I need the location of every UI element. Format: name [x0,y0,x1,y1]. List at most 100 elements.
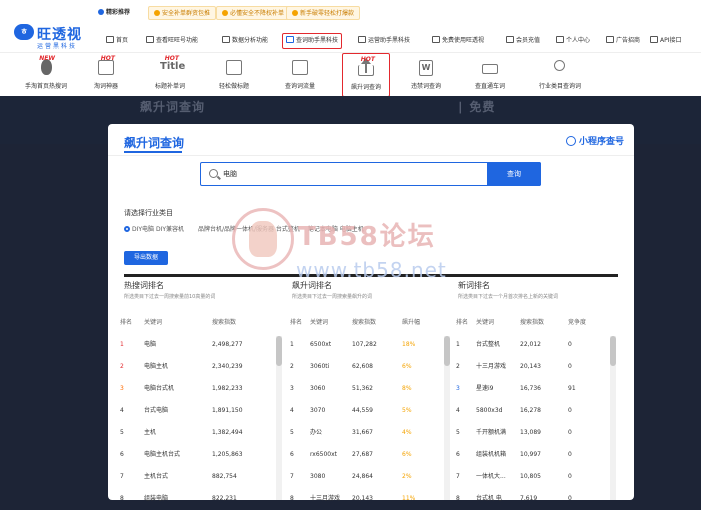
scroll-thumb[interactable] [610,336,616,366]
competition-cell: 0 [568,363,572,370]
rank-cell: 6 [456,451,460,458]
search-index-cell: 10,997 [520,451,541,458]
table-row[interactable]: 1 台式整机 22,012 0 [454,334,610,356]
table-row[interactable]: 5 办公 31,667 4% [288,422,444,444]
search-index-cell: 7,619 [520,495,538,502]
shield-icon [292,10,298,16]
nav-wangwang-check[interactable]: 查看旺旺号功能 [146,34,198,48]
nav-keyword-tools[interactable]: 查词助手黑科技 [282,33,343,49]
export-data-button[interactable]: 导出数据 [124,251,168,265]
rising-table-scrollbar[interactable] [444,336,450,500]
category-option-diy[interactable]: DIY电脑 DIY兼容机 [124,226,190,233]
nav-operation-tools[interactable]: 运营助手黑科技 [358,34,410,48]
column-header[interactable]: 关键词 [310,312,328,334]
table-row[interactable]: 2 电脑主机 2,340,239 [118,356,276,378]
tool-easy-title[interactable]: 轻松做标题 [206,53,262,97]
table-row[interactable]: 6 rx6500xt 27,687 6% [288,444,444,466]
table-row[interactable]: 3 电脑台式机 1,982,233 [118,378,276,400]
column-header[interactable]: 搜索指数 [212,312,236,334]
scroll-thumb[interactable] [276,336,282,366]
search-icon [209,169,218,178]
nav-membership[interactable]: 会员充值 [506,34,540,48]
table-row[interactable]: 8 十三月游戏 20,143 11% [288,488,444,510]
table-row[interactable]: 1 6500xt 107,282 18% [288,334,444,356]
new-table-scrollbar[interactable] [610,336,616,500]
logo-subtitle: 运营黑科技 [37,43,78,50]
table-row[interactable]: 3 3060 51,362 8% [288,378,444,400]
mini-program-link[interactable]: 小程序查号 [565,134,624,147]
table-row[interactable]: 4 3070 44,559 5% [288,400,444,422]
rank-cell: 1 [290,341,294,348]
recommend-label: 精彩推荐 [98,6,130,20]
competition-cell: 0 [568,473,572,480]
tool-category-keywords[interactable]: 行业类目查询词 [528,53,592,97]
keyword-cell: 电脑 [144,341,157,348]
nav-home[interactable]: 首页 [106,34,128,48]
rise-percent-cell: 5% [402,407,412,414]
rank-cell: 6 [290,451,294,458]
column-header[interactable]: 竞争度 [568,312,586,334]
table-row[interactable]: 2 十三月游戏 20,143 0 [454,356,610,378]
title-underline [124,151,182,153]
keyword-cell: 一体机大... [476,473,506,480]
table-row[interactable]: 5 千开额机满 13,089 0 [454,422,610,444]
watermark-text: TB58论坛 [298,222,436,252]
search-index-cell: 107,282 [352,341,377,348]
promo-link-3[interactable]: 新手破零轻松打爆款 [286,6,361,20]
column-header[interactable]: 关键词 [144,312,162,334]
tool-rising-keywords[interactable]: HOT 飙升词查询 [342,53,390,97]
table-row[interactable]: 8 台式机 电 7,619 0 [454,488,610,510]
tool-bar: NEW 手淘首页热搜词 HOT 淘词神器 Title HOT 标题补单词 轻松做标… [0,52,701,97]
tool-label: 查询词流量 [284,83,315,90]
hot-table-scrollbar[interactable] [276,336,282,500]
tool-homepage-hot-search[interactable]: NEW 手淘首页热搜词 [18,53,74,97]
table-row[interactable]: 6 组装机机箱 10,997 0 [454,444,610,466]
table-row[interactable]: 5 主机 1,382,494 [118,422,276,444]
promo-link-1[interactable]: 安全补单群资包推 [148,6,217,20]
tool-banned-words[interactable]: W 违禁词查询 [398,53,454,97]
table-row[interactable]: 4 台式电脑 1,891,150 [118,400,276,422]
search-index-cell: 13,089 [520,429,541,436]
table-row[interactable]: 7 一体机大... 10,805 0 [454,466,610,488]
keyword-cell: 十三月游戏 [310,495,341,502]
column-header[interactable]: 关键词 [476,312,494,334]
column-header[interactable]: 排名 [456,312,468,334]
tool-label: 飙升词查询 [350,84,381,91]
search-bar: 查询 [200,161,541,186]
keyword-cell: 5800x3d [476,407,503,414]
table-row[interactable]: 2 3060ti 62,608 6% [288,356,444,378]
megaphone-icon [98,9,104,15]
table-row[interactable]: 7 3080 24,864 2% [288,466,444,488]
magnify-list-icon [554,60,565,71]
table-row[interactable]: 1 电脑 2,498,277 [118,334,276,356]
column-header[interactable]: 搜索指数 [520,312,544,334]
tool-title-keywords[interactable]: Title HOT 标题补单词 [142,53,198,97]
table-row[interactable]: 7 主机台式 882,754 [118,466,276,488]
shield-icon [154,10,160,16]
column-header[interactable]: 排名 [120,312,132,334]
tool-keyword-miner[interactable]: HOT 淘词神器 [78,53,134,97]
search-button[interactable]: 查询 [487,161,541,186]
site-logo[interactable]: ㅎ 旺透视 运营黑科技 [14,24,86,52]
search-input[interactable] [223,166,473,182]
id-card-icon [146,36,154,43]
nav-advertising[interactable]: 广告招商 [606,34,640,48]
nav-user-center[interactable]: 个人中心 [556,34,590,48]
column-header[interactable]: 飙升幅 [402,312,420,334]
competition-cell: 0 [568,341,572,348]
column-header[interactable]: 排名 [290,312,302,334]
tool-keyword-traffic[interactable]: 查询词流量 [272,53,328,97]
nav-data-analysis[interactable]: 数据分析功能 [222,34,268,48]
nav-api[interactable]: API接口 [650,34,682,48]
table-row[interactable]: 3 星速i9 16,736 91 [454,378,610,400]
tool-label: 淘词神器 [93,83,118,90]
table-row[interactable]: 6 电脑主机台式 1,205,863 [118,444,276,466]
column-header[interactable]: 搜索指数 [352,312,376,334]
nav-free-trial[interactable]: 免费使用旺透视 [432,34,484,48]
promo-link-2[interactable]: 必懂安全不降权补单 [216,6,291,20]
tool-label: 手淘首页热搜词 [24,83,67,90]
scroll-thumb[interactable] [444,336,450,366]
table-row[interactable]: 8 组装电脑 822,231 [118,488,276,510]
tool-through-train[interactable]: 查直通车词 [462,53,518,97]
table-row[interactable]: 4 5800x3d 16,278 0 [454,400,610,422]
